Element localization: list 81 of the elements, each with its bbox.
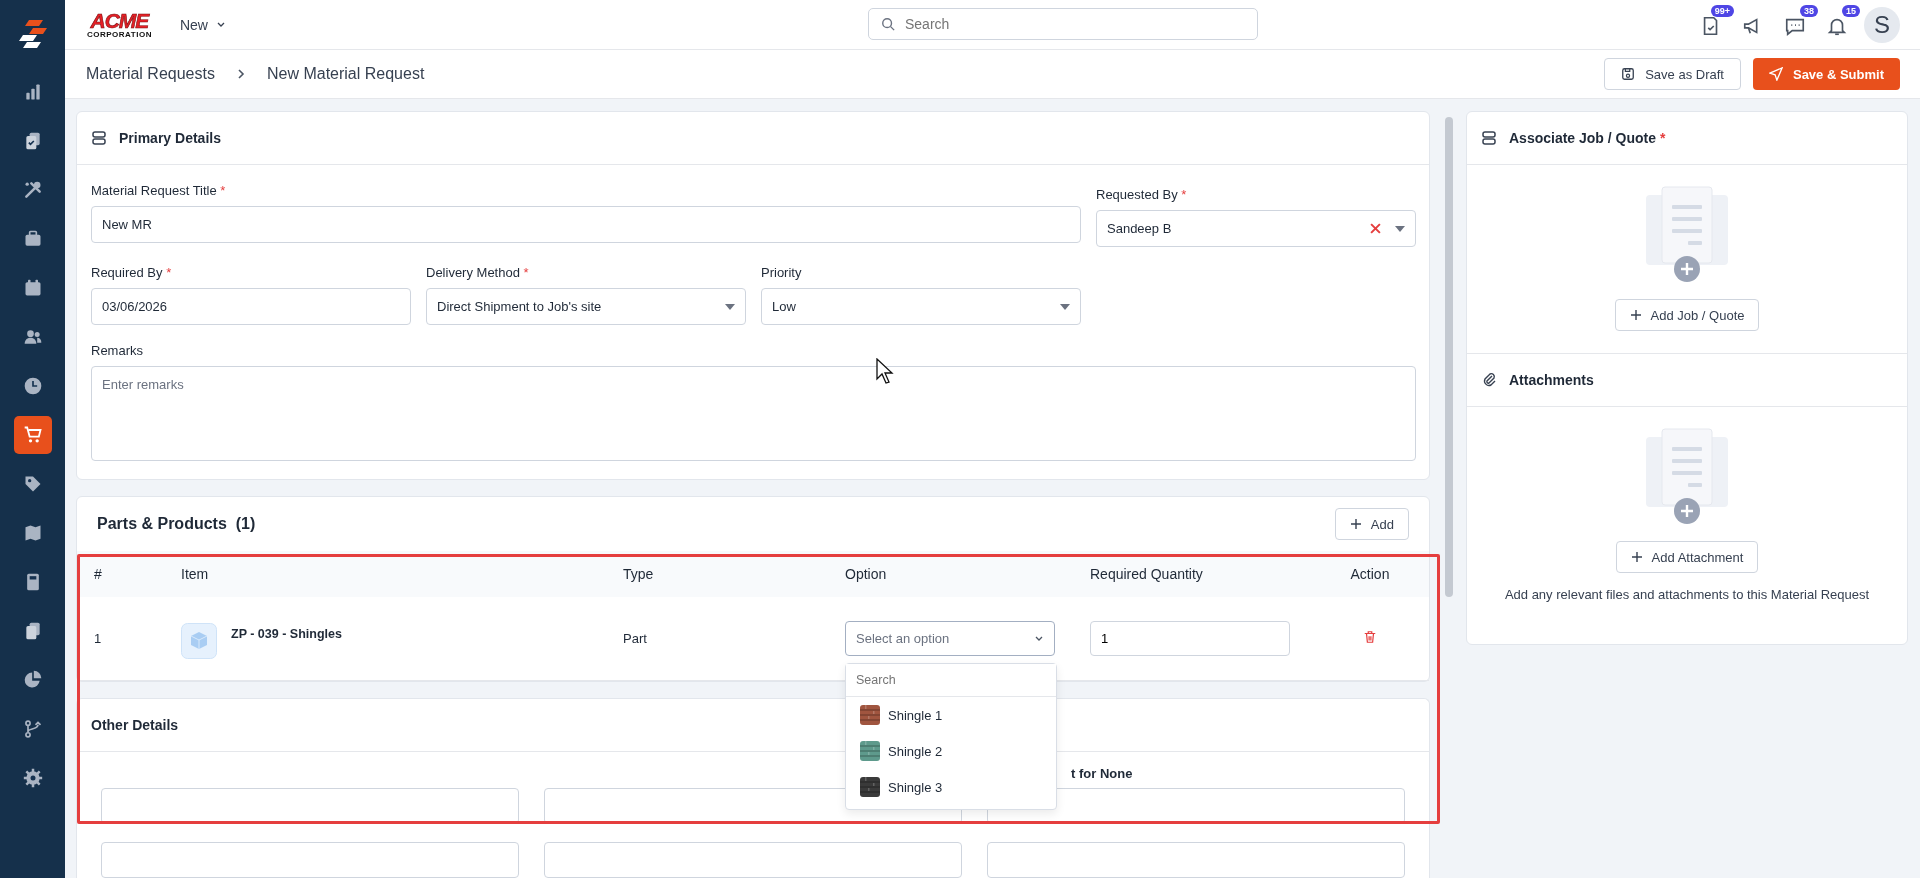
table-cell-text: Part (623, 631, 648, 646)
stack-icon (1481, 130, 1497, 146)
item-name: ZP - 039 - Shingles (231, 626, 342, 641)
plus-icon (1629, 309, 1642, 321)
add-attachment-button[interactable]: Add Attachment (1615, 541, 1759, 573)
option-item[interactable]: Shingle 3 (846, 769, 1056, 805)
option-select[interactable]: Select an option (845, 621, 1055, 656)
table-cell-text: 1 (93, 631, 103, 646)
tasks-button[interactable]: 99+ (1696, 5, 1734, 44)
quantity-field[interactable]: 1 (1090, 621, 1290, 656)
text-field[interactable]: 03/06/2026 (91, 288, 411, 325)
text-field[interactable] (101, 842, 519, 878)
column-header: Action (1349, 566, 1391, 582)
section-title: Primary Details (119, 130, 221, 146)
field-label: Remarks (91, 343, 144, 358)
clock-icon (22, 376, 43, 396)
people-icon (22, 327, 43, 347)
cart-icon (22, 425, 43, 445)
section-title: Parts & Products (1) (97, 515, 256, 533)
save-draft-button[interactable]: Save as Draft (1604, 58, 1741, 90)
cursor-icon (876, 358, 894, 384)
breadcrumb-link[interactable]: Material Requests (86, 65, 215, 83)
dropdown-caret-icon (725, 303, 735, 310)
section-title: Other Details (91, 717, 179, 733)
new-menu[interactable]: New (173, 15, 232, 34)
field-label: Material Request Title * (91, 183, 227, 198)
search-field[interactable]: Search (846, 664, 1056, 697)
tools-icon (22, 180, 43, 200)
option-item[interactable]: Shingle 1 (846, 697, 1056, 733)
search-field[interactable]: Search (868, 8, 1258, 40)
nav-item[interactable] (13, 416, 52, 454)
select-field[interactable]: Sandeep B (1096, 210, 1416, 247)
count-badge: 38 (1800, 5, 1818, 17)
dropdown-caret-icon (1060, 303, 1070, 310)
dropdown-caret-icon (1395, 225, 1405, 232)
text-field[interactable] (544, 842, 962, 878)
section-title: Associate Job / Quote * (1509, 130, 1666, 146)
search-icon (881, 17, 895, 31)
column-header: Required Quantity (1090, 566, 1204, 582)
paperclip-icon (1481, 372, 1497, 388)
field-label: Required By * (91, 265, 173, 280)
notifications-button[interactable]: 15 (1822, 5, 1860, 44)
logo-icon (16, 18, 49, 50)
trash-icon[interactable] (1363, 630, 1377, 644)
send-icon (1768, 67, 1783, 81)
plus-icon (1630, 551, 1643, 563)
column-header: Option (845, 566, 888, 582)
remarks-field[interactable]: Enter remarks (91, 366, 1416, 461)
hint-text: Add any relevant files and attachments to this Material Request (1504, 587, 1870, 602)
field-label: Delivery Method * (426, 265, 530, 280)
select-field[interactable]: Direct Shipment to Job's site (426, 288, 746, 325)
briefcase-icon (22, 229, 43, 249)
column-header: Type (623, 566, 655, 582)
column-header: # (93, 566, 103, 582)
select-field[interactable]: Low (761, 288, 1081, 325)
add-button[interactable]: Add (1334, 508, 1409, 540)
branch-icon (22, 719, 43, 739)
company-logo[interactable]: ACME CORPORATION (87, 10, 152, 39)
section-title: Attachments (1509, 372, 1594, 388)
user-avatar[interactable]: S (1864, 6, 1900, 43)
cube-icon (181, 622, 217, 659)
settings-icon (22, 768, 43, 788)
field-label: Requested By * (1096, 187, 1188, 202)
save-submit-button[interactable]: Save & Submit (1752, 58, 1900, 90)
messages-button[interactable]: 38 (1780, 5, 1818, 44)
text-field[interactable] (101, 788, 519, 824)
field-label: t for None (1070, 766, 1134, 782)
map-icon (22, 523, 43, 543)
count-badge: 15 (1842, 5, 1860, 17)
pie-chart-icon (22, 670, 43, 690)
option-item[interactable]: Shingle 2 (846, 733, 1056, 769)
plus-icon (1349, 518, 1362, 530)
stack-icon (91, 130, 107, 146)
count-badge: 99+ (1710, 5, 1734, 17)
add-job-button[interactable]: Add Job / Quote (1614, 299, 1760, 331)
field-label: Priority (761, 265, 803, 280)
text-field[interactable]: New MR (91, 206, 1081, 243)
column-header: Item (181, 566, 210, 582)
page-title: New Material Request (266, 65, 425, 83)
text-field[interactable] (987, 842, 1405, 878)
clear-icon[interactable] (1370, 223, 1381, 234)
